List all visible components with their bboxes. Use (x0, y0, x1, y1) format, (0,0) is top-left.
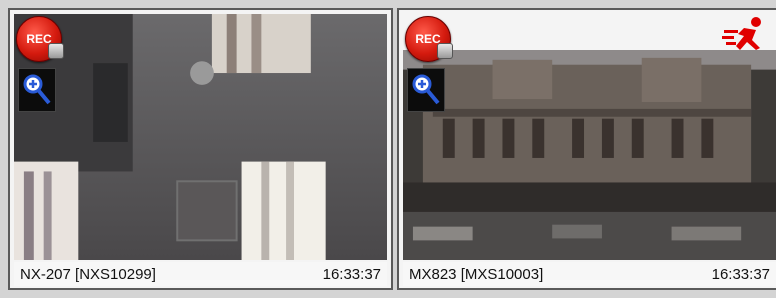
camera-feed-2[interactable] (403, 50, 776, 260)
camera-tile-1[interactable]: REC NX-207 [NXS10299] 16:33:37 (8, 8, 393, 290)
camera-feed-1[interactable] (14, 14, 387, 260)
camera-view-image (403, 50, 776, 260)
zoom-button[interactable] (407, 68, 445, 112)
camera-timestamp: 16:33:37 (322, 265, 381, 283)
camera-view-image (14, 14, 387, 260)
magnifier-plus-icon (412, 74, 440, 105)
lock-badge-icon (48, 43, 64, 59)
running-person-icon (722, 17, 761, 50)
record-button[interactable]: REC (405, 16, 453, 62)
camera-name: NX-207 [NXS10299] (20, 265, 156, 283)
zoom-button[interactable] (18, 68, 56, 112)
camera-tile-2[interactable]: REC MX823 [MXS10003] 16:33:37 (397, 8, 776, 290)
camera-info-bar: MX823 [MXS10003] 16:33:37 (403, 262, 776, 286)
camera-info-bar: NX-207 [NXS10299] 16:33:37 (14, 262, 387, 286)
magnifier-plus-icon (23, 74, 51, 105)
camera-timestamp: 16:33:37 (711, 265, 770, 283)
lock-badge-icon (437, 43, 453, 59)
camera-name: MX823 [MXS10003] (409, 265, 544, 283)
record-button[interactable]: REC (16, 16, 64, 62)
